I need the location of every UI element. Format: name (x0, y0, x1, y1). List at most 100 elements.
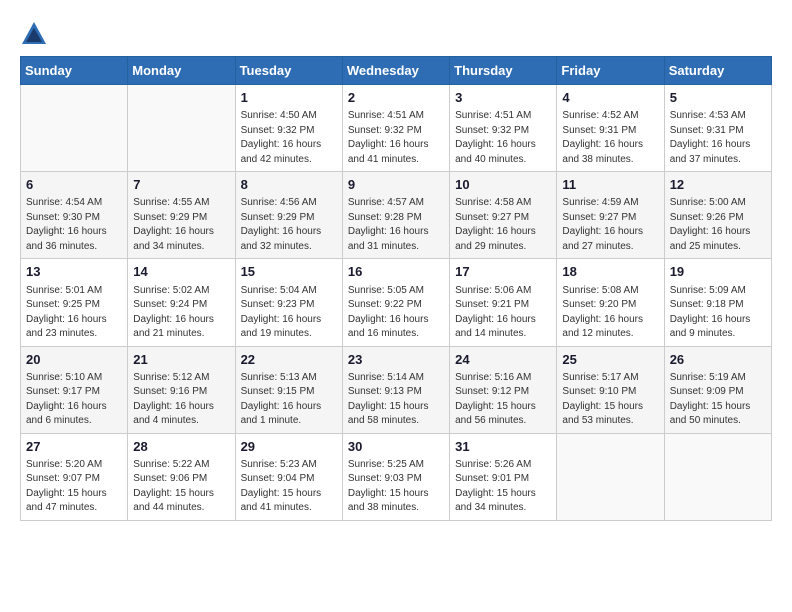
day-number: 23 (348, 351, 444, 369)
day-info: Sunrise: 4:57 AM Sunset: 9:28 PM Dayligh… (348, 196, 444, 254)
calendar-cell (557, 433, 664, 520)
calendar-cell: 24 Sunrise: 5:16 AM Sunset: 9:12 PM Dayli… (450, 346, 557, 433)
weekday-monday: Monday (128, 57, 235, 85)
day-info: Sunrise: 5:12 AM Sunset: 9:16 PM Dayligh… (133, 371, 229, 429)
logo (20, 20, 52, 48)
day-number: 25 (562, 351, 658, 369)
calendar-cell: 16 Sunrise: 5:05 AM Sunset: 9:22 PM Dayli… (342, 259, 449, 346)
calendar-week-1: 1 Sunrise: 4:50 AM Sunset: 9:32 PM Daylig… (21, 85, 772, 172)
day-info: Sunrise: 4:50 AM Sunset: 9:32 PM Dayligh… (241, 109, 337, 167)
calendar-week-3: 13 Sunrise: 5:01 AM Sunset: 9:25 PM Dayli… (21, 259, 772, 346)
day-info: Sunrise: 4:52 AM Sunset: 9:31 PM Dayligh… (562, 109, 658, 167)
weekday-thursday: Thursday (450, 57, 557, 85)
day-info: Sunrise: 4:53 AM Sunset: 9:31 PM Dayligh… (670, 109, 766, 167)
day-number: 7 (133, 176, 229, 194)
day-info: Sunrise: 5:20 AM Sunset: 9:07 PM Dayligh… (26, 458, 122, 516)
calendar-cell: 8 Sunrise: 4:56 AM Sunset: 9:29 PM Daylig… (235, 172, 342, 259)
calendar-cell: 22 Sunrise: 5:13 AM Sunset: 9:15 PM Dayli… (235, 346, 342, 433)
day-number: 29 (241, 438, 337, 456)
calendar-cell: 21 Sunrise: 5:12 AM Sunset: 9:16 PM Dayli… (128, 346, 235, 433)
day-info: Sunrise: 5:16 AM Sunset: 9:12 PM Dayligh… (455, 371, 551, 429)
calendar-cell: 19 Sunrise: 5:09 AM Sunset: 9:18 PM Dayli… (664, 259, 771, 346)
calendar-cell: 29 Sunrise: 5:23 AM Sunset: 9:04 PM Dayli… (235, 433, 342, 520)
day-number: 17 (455, 263, 551, 281)
day-number: 28 (133, 438, 229, 456)
weekday-friday: Friday (557, 57, 664, 85)
day-info: Sunrise: 5:13 AM Sunset: 9:15 PM Dayligh… (241, 371, 337, 429)
day-number: 6 (26, 176, 122, 194)
calendar-cell: 5 Sunrise: 4:53 AM Sunset: 9:31 PM Daylig… (664, 85, 771, 172)
day-number: 8 (241, 176, 337, 194)
day-number: 11 (562, 176, 658, 194)
day-info: Sunrise: 4:59 AM Sunset: 9:27 PM Dayligh… (562, 196, 658, 254)
logo-icon (20, 20, 48, 48)
calendar-cell: 26Sunrise: 5:19 AM Sunset: 9:09 PM Dayli… (664, 346, 771, 433)
day-number: 19 (670, 263, 766, 281)
day-number: 27 (26, 438, 122, 456)
day-number: 12 (670, 176, 766, 194)
day-number: 4 (562, 89, 658, 107)
day-info: Sunrise: 5:10 AM Sunset: 9:17 PM Dayligh… (26, 371, 122, 429)
calendar-cell (664, 433, 771, 520)
day-number: 15 (241, 263, 337, 281)
day-info: Sunrise: 5:26 AM Sunset: 9:01 PM Dayligh… (455, 458, 551, 516)
calendar-cell: 20 Sunrise: 5:10 AM Sunset: 9:17 PM Dayli… (21, 346, 128, 433)
calendar-week-4: 20 Sunrise: 5:10 AM Sunset: 9:17 PM Dayli… (21, 346, 772, 433)
day-number: 5 (670, 89, 766, 107)
day-number: 18 (562, 263, 658, 281)
day-info: Sunrise: 5:00 AM Sunset: 9:26 PM Dayligh… (670, 196, 766, 254)
day-number: 1 (241, 89, 337, 107)
day-info: Sunrise: 5:09 AM Sunset: 9:18 PM Dayligh… (670, 284, 766, 342)
day-number: 20 (26, 351, 122, 369)
calendar-table: SundayMondayTuesdayWednesdayThursdayFrid… (20, 56, 772, 521)
day-info: Sunrise: 5:05 AM Sunset: 9:22 PM Dayligh… (348, 284, 444, 342)
calendar-cell: 14Sunrise: 5:02 AM Sunset: 9:24 PM Dayli… (128, 259, 235, 346)
day-number: 3 (455, 89, 551, 107)
calendar-cell (21, 85, 128, 172)
weekday-wednesday: Wednesday (342, 57, 449, 85)
day-info: Sunrise: 5:23 AM Sunset: 9:04 PM Dayligh… (241, 458, 337, 516)
day-number: 24 (455, 351, 551, 369)
calendar-cell: 10Sunrise: 4:58 AM Sunset: 9:27 PM Dayli… (450, 172, 557, 259)
day-info: Sunrise: 4:51 AM Sunset: 9:32 PM Dayligh… (348, 109, 444, 167)
day-info: Sunrise: 4:51 AM Sunset: 9:32 PM Dayligh… (455, 109, 551, 167)
day-info: Sunrise: 5:06 AM Sunset: 9:21 PM Dayligh… (455, 284, 551, 342)
day-info: Sunrise: 5:17 AM Sunset: 9:10 PM Dayligh… (562, 371, 658, 429)
day-info: Sunrise: 4:56 AM Sunset: 9:29 PM Dayligh… (241, 196, 337, 254)
weekday-sunday: Sunday (21, 57, 128, 85)
calendar-cell: 18 Sunrise: 5:08 AM Sunset: 9:20 PM Dayli… (557, 259, 664, 346)
weekday-saturday: Saturday (664, 57, 771, 85)
calendar-header: SundayMondayTuesdayWednesdayThursdayFrid… (21, 57, 772, 85)
calendar-week-5: 27 Sunrise: 5:20 AM Sunset: 9:07 PM Dayli… (21, 433, 772, 520)
calendar-cell: 23 Sunrise: 5:14 AM Sunset: 9:13 PM Dayli… (342, 346, 449, 433)
day-info: Sunrise: 5:02 AM Sunset: 9:24 PM Dayligh… (133, 284, 229, 342)
day-number: 13 (26, 263, 122, 281)
calendar-cell: 1 Sunrise: 4:50 AM Sunset: 9:32 PM Daylig… (235, 85, 342, 172)
day-info: Sunrise: 5:14 AM Sunset: 9:13 PM Dayligh… (348, 371, 444, 429)
calendar-cell: 27 Sunrise: 5:20 AM Sunset: 9:07 PM Dayli… (21, 433, 128, 520)
calendar-cell (128, 85, 235, 172)
day-info: Sunrise: 5:04 AM Sunset: 9:23 PM Dayligh… (241, 284, 337, 342)
day-number: 21 (133, 351, 229, 369)
calendar-cell: 9Sunrise: 4:57 AM Sunset: 9:28 PM Daylig… (342, 172, 449, 259)
day-info: Sunrise: 5:08 AM Sunset: 9:20 PM Dayligh… (562, 284, 658, 342)
calendar-cell: 31Sunrise: 5:26 AM Sunset: 9:01 PM Dayli… (450, 433, 557, 520)
day-info: Sunrise: 5:01 AM Sunset: 9:25 PM Dayligh… (26, 284, 122, 342)
page-header (20, 20, 772, 48)
calendar-cell: 15 Sunrise: 5:04 AM Sunset: 9:23 PM Dayli… (235, 259, 342, 346)
calendar-week-2: 6Sunrise: 4:54 AM Sunset: 9:30 PM Daylig… (21, 172, 772, 259)
day-number: 22 (241, 351, 337, 369)
day-info: Sunrise: 5:22 AM Sunset: 9:06 PM Dayligh… (133, 458, 229, 516)
weekday-tuesday: Tuesday (235, 57, 342, 85)
day-number: 2 (348, 89, 444, 107)
calendar-cell: 25 Sunrise: 5:17 AM Sunset: 9:10 PM Dayli… (557, 346, 664, 433)
day-number: 16 (348, 263, 444, 281)
weekday-header-row: SundayMondayTuesdayWednesdayThursdayFrid… (21, 57, 772, 85)
calendar-body: 1 Sunrise: 4:50 AM Sunset: 9:32 PM Daylig… (21, 85, 772, 521)
day-number: 10 (455, 176, 551, 194)
calendar-cell: 7Sunrise: 4:55 AM Sunset: 9:29 PM Daylig… (128, 172, 235, 259)
calendar-cell: 30Sunrise: 5:25 AM Sunset: 9:03 PM Dayli… (342, 433, 449, 520)
day-info: Sunrise: 5:19 AM Sunset: 9:09 PM Dayligh… (670, 371, 766, 429)
calendar-cell: 28 Sunrise: 5:22 AM Sunset: 9:06 PM Dayli… (128, 433, 235, 520)
calendar-cell: 2 Sunrise: 4:51 AM Sunset: 9:32 PM Daylig… (342, 85, 449, 172)
